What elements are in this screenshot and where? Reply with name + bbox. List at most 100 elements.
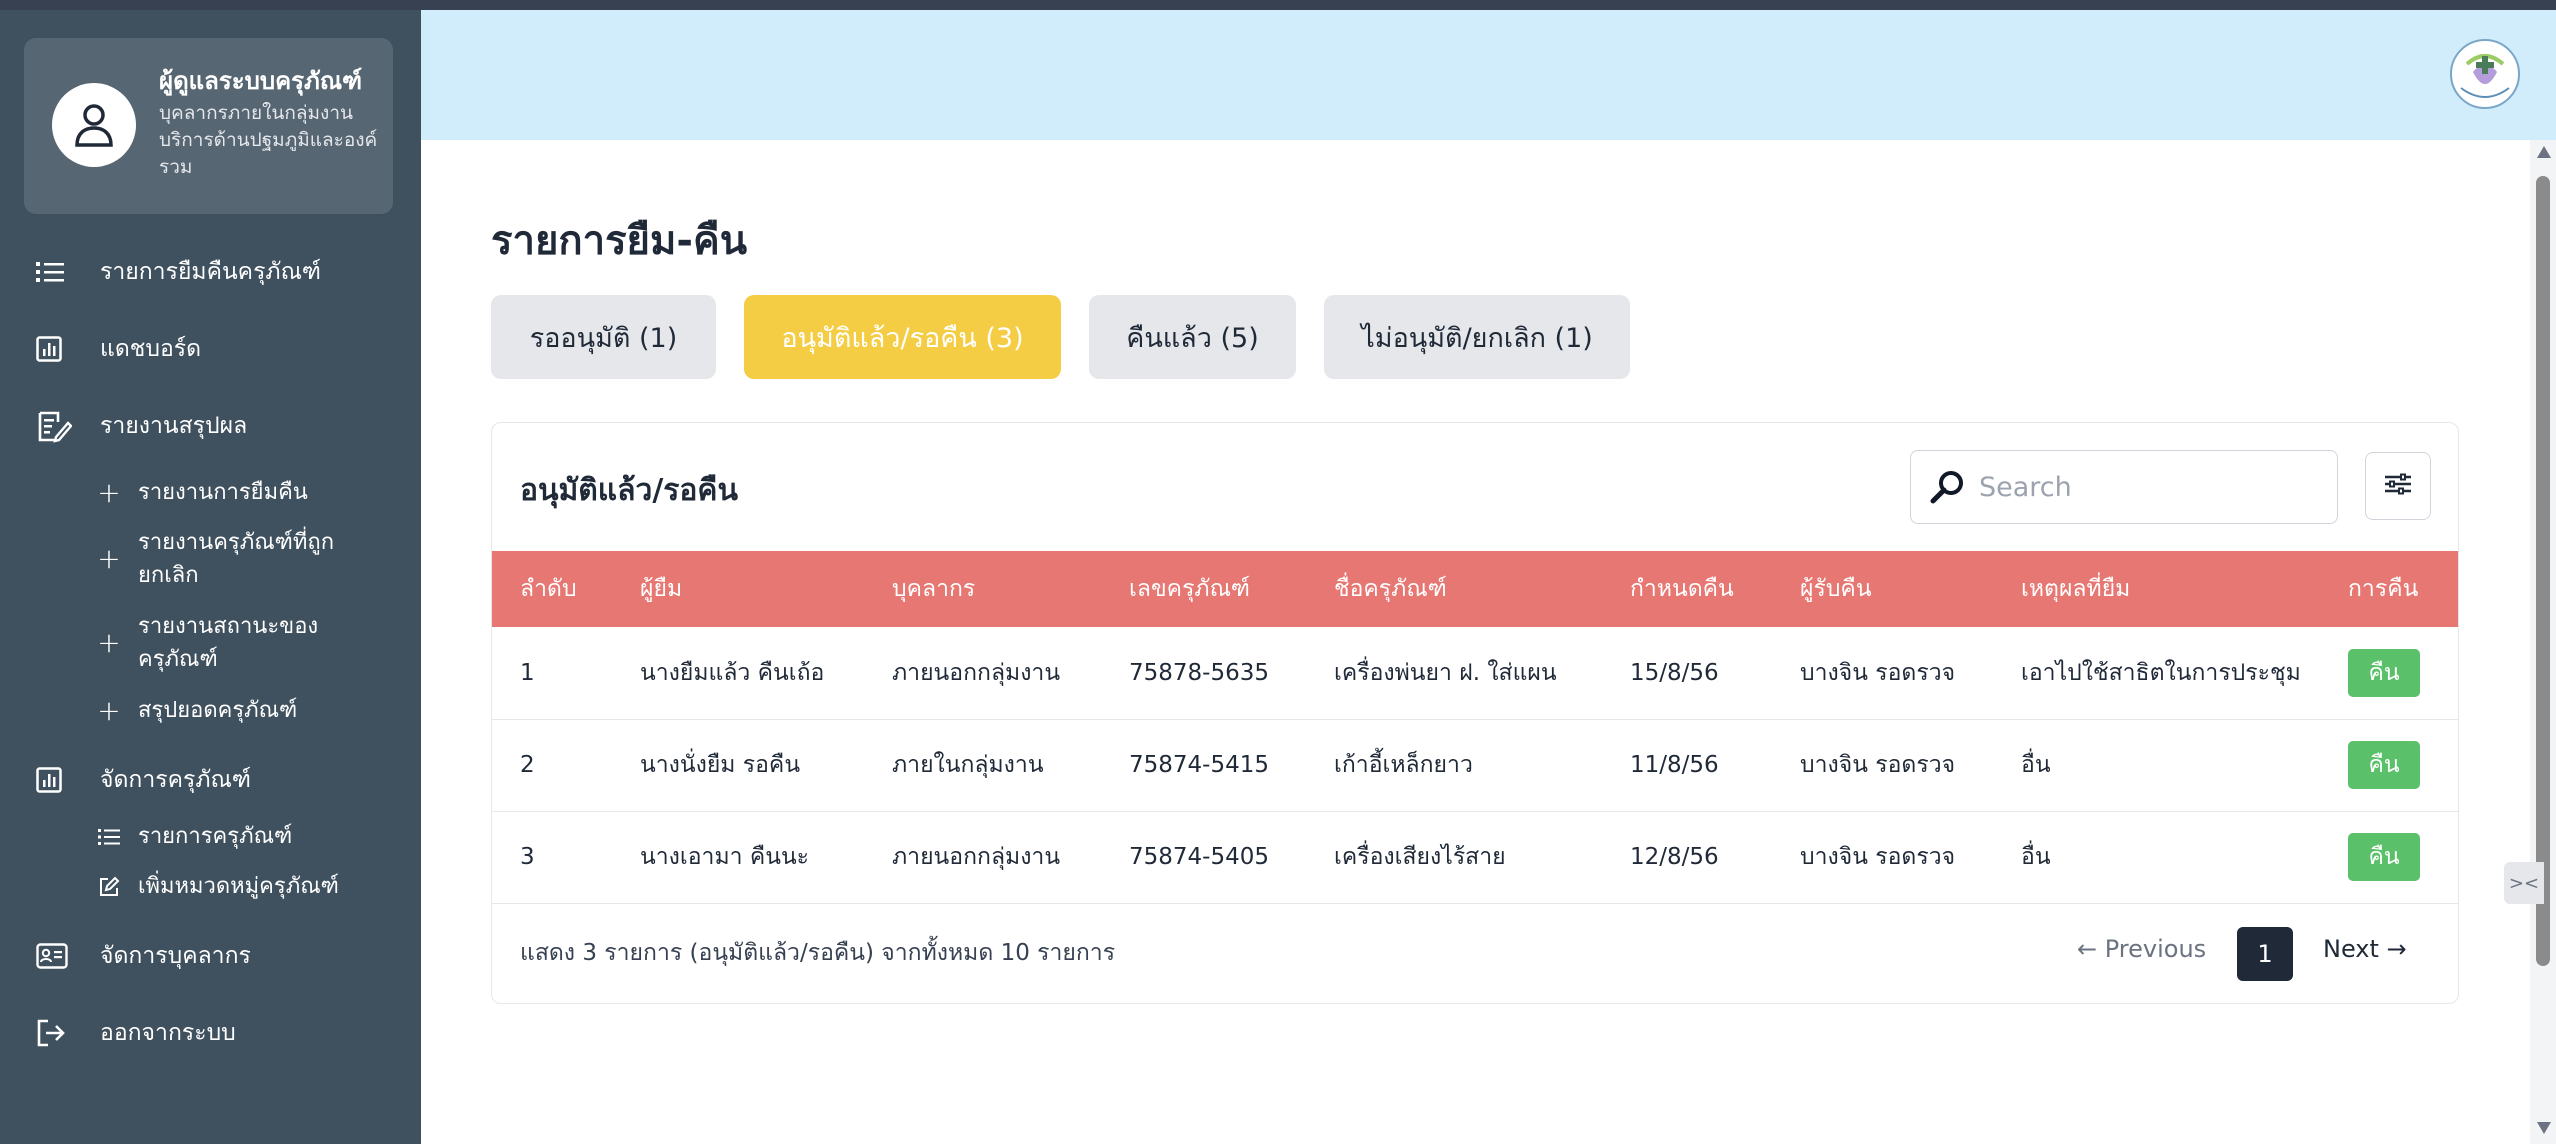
cell-reason: เอาไปใช้สาธิตในการประชุม (2021, 659, 2301, 686)
cell-order: 2 (520, 752, 535, 778)
sidebar-subitem-label: รายงานสถานะของครุภัณฑ์ (138, 614, 319, 672)
next-page-button[interactable]: Next → (2323, 935, 2407, 963)
sidebar-subitem-cancelled-report[interactable]: + รายงานครุภัณฑ์ที่ถูกยกเลิก (94, 526, 384, 592)
tab-rejected-cancelled[interactable]: ไม่อนุมัติ/ยกเลิก (1) (1324, 295, 1630, 379)
chart-icon (36, 331, 76, 367)
sidebar-item-label: ออกจากระบบ (100, 1020, 236, 1046)
sidebar-item-manage-equipment[interactable]: จัดการครุภัณฑ์ (36, 762, 251, 798)
list-icon (36, 254, 76, 290)
search-input[interactable] (1979, 471, 2319, 503)
previous-page-button[interactable]: ← Previous (2077, 935, 2206, 963)
cell-order: 3 (520, 844, 535, 870)
cell-receiver: บางจิน รอดรวจ (1800, 752, 1956, 778)
tab-approved-awaiting-return[interactable]: อนุมัติแล้ว/รอคืน (3) (744, 295, 1061, 379)
filter-icon (2384, 473, 2412, 499)
table-row: 2 นางนั่งยืม รอคืน ภายในกลุ่มงาน 75874-5… (492, 719, 2458, 811)
plus-icon: + (97, 475, 121, 509)
sidebar-subitem-add-category[interactable]: เพิ่มหมวดหมู่ครุภัณฑ์ (94, 870, 339, 903)
sidebar-item-label: แดชบอร์ด (100, 336, 202, 362)
cell-receiver: บางจิน รอดรวจ (1800, 844, 1956, 870)
cell-personnel: ภายนอกกลุ่มงาน (892, 659, 1061, 686)
filter-button[interactable] (2365, 452, 2431, 520)
cell-due-date: 12/8/56 (1630, 844, 1719, 870)
side-panel-toggle-icon[interactable]: >< (2504, 862, 2544, 904)
logout-icon (36, 1015, 76, 1051)
edit-icon (94, 876, 124, 898)
sidebar-item-label: รายการยืมคืนครุภัณฑ์ (100, 259, 322, 285)
plus-icon: + (97, 542, 121, 575)
table-row: 3 นางเอามา คืนนะ ภายนอกกลุ่มงาน 75874-54… (492, 811, 2458, 903)
tab-returned[interactable]: คืนแล้ว (5) (1089, 295, 1296, 379)
cell-borrower: นางนั่งยืม รอคืน (640, 752, 801, 778)
sidebar-item-logout[interactable]: ออกจากระบบ (36, 1015, 236, 1051)
window-top-bar (0, 0, 2556, 10)
vertical-scrollbar[interactable] (2530, 140, 2556, 1144)
cell-equipment-name: เก้าอี้เหล็กยาว (1334, 752, 1473, 778)
sidebar-item-label: จัดการบุคลากร (100, 943, 251, 969)
column-header: ผู้ยืม (640, 576, 683, 602)
plus-icon: + (97, 626, 121, 659)
search-icon (1929, 469, 1965, 505)
card-title: อนุมัติแล้ว/รอคืน (520, 473, 739, 508)
cell-equipment-number: 75874-5405 (1129, 844, 1269, 870)
list-icon (94, 828, 124, 846)
cell-due-date: 15/8/56 (1630, 659, 1719, 686)
cell-order: 1 (520, 659, 535, 686)
column-header: บุคลากร (892, 576, 976, 602)
profile-subtitle: บุคลากรภายในกลุ่มงานบริการด้านปฐมภูมิและ… (159, 102, 378, 178)
cell-reason: อื่น (2021, 752, 2051, 778)
cell-due-date: 11/8/56 (1630, 752, 1719, 778)
search-box[interactable] (1910, 450, 2338, 524)
column-header: ผู้รับคืน (1800, 576, 1872, 602)
table-row: 1 นางยืมแล้ว คืนเถ้อ ภายนอกกลุ่มงาน 7587… (492, 627, 2458, 719)
sidebar-subitem-equipment-summary[interactable]: + สรุปยอดครุภัณฑ์ (94, 694, 297, 727)
sidebar-item-borrow-list[interactable]: รายการยืมคืนครุภัณฑ์ (36, 254, 321, 290)
return-button[interactable]: คืน (2348, 648, 2420, 697)
tab-pending[interactable]: รออนุมัติ (1) (491, 295, 716, 379)
column-header: กำหนดคืน (1630, 576, 1734, 602)
borrow-list-card: อนุมัติแล้ว/รอคืน ลำดับ ผู้ยืม บุคลากร เ… (491, 422, 2459, 1004)
cell-receiver: บางจิน รอดรวจ (1800, 659, 1956, 686)
user-profile-card: ผู้ดูแลระบบครุภัณฑ์ บุคลากรภายในกลุ่มงาน… (24, 38, 393, 214)
sidebar-subitem-label: รายการครุภัณฑ์ (138, 824, 293, 849)
profile-name: ผู้ดูแลระบบครุภัณฑ์ (159, 67, 363, 95)
column-header: ชื่อครุภัณฑ์ (1334, 576, 1447, 602)
organization-logo-icon (2443, 36, 2527, 112)
chart-icon (36, 762, 76, 798)
sidebar-item-manage-personnel[interactable]: จัดการบุคลากร (36, 938, 251, 974)
table-header-row: ลำดับ ผู้ยืม บุคลากร เลขครุภัณฑ์ ชื่อครุ… (492, 551, 2458, 627)
column-header: การคืน (2348, 576, 2419, 602)
page-number-button[interactable]: 1 (2237, 927, 2293, 981)
id-card-icon (36, 938, 76, 974)
return-button[interactable]: คืน (2348, 741, 2420, 789)
top-header (421, 10, 2556, 140)
return-button[interactable]: คืน (2348, 833, 2420, 881)
cell-equipment-name: เครื่องเสียงไร้สาย (1334, 844, 1506, 870)
sidebar-subitem-equipment-list[interactable]: รายการครุภัณฑ์ (94, 820, 292, 853)
sidebar-item-label: รายงานสรุปผล (100, 413, 248, 439)
cell-borrower: นางยืมแล้ว คืนเถ้อ (640, 659, 825, 686)
sidebar-subitem-label: เพิ่มหมวดหมู่ครุภัณฑ์ (138, 874, 339, 899)
pagination-summary: แสดง 3 รายการ (อนุมัติแล้ว/รอคืน) จากทั้… (520, 940, 1116, 966)
scrollbar-thumb[interactable] (2536, 176, 2550, 966)
report-icon (36, 408, 76, 444)
sidebar-subitem-status-report[interactable]: + รายงานสถานะของครุภัณฑ์ (94, 610, 384, 676)
page-title: รายการยืม-คืน (491, 218, 748, 264)
sidebar-item-label: จัดการครุภัณฑ์ (100, 767, 251, 793)
cell-equipment-number: 75874-5415 (1129, 752, 1269, 778)
cell-borrower: นางเอามา คืนนะ (640, 844, 810, 870)
sidebar-subitem-label: รายงานการยืมคืน (138, 480, 308, 505)
borrow-table: ลำดับ ผู้ยืม บุคลากร เลขครุภัณฑ์ ชื่อครุ… (492, 551, 2458, 904)
column-header: เลขครุภัณฑ์ (1129, 576, 1251, 602)
cell-equipment-number: 75878-5635 (1129, 659, 1269, 686)
sidebar-subitem-borrow-report[interactable]: + รายงานการยืมคืน (94, 476, 308, 509)
scroll-up-arrow-icon[interactable] (2537, 146, 2551, 158)
sidebar-item-summary-report[interactable]: รายงานสรุปผล (36, 408, 247, 444)
cell-reason: อื่น (2021, 844, 2051, 870)
cell-equipment-name: เครื่องพ่นยา ฝ. ใส่แผน (1334, 659, 1557, 686)
cell-personnel: ภายนอกกลุ่มงาน (892, 844, 1061, 870)
column-header: เหตุผลที่ยืม (2021, 576, 2131, 602)
scroll-down-arrow-icon[interactable] (2537, 1122, 2551, 1134)
sidebar-item-dashboard[interactable]: แดชบอร์ด (36, 331, 201, 367)
user-avatar-icon (52, 83, 136, 167)
